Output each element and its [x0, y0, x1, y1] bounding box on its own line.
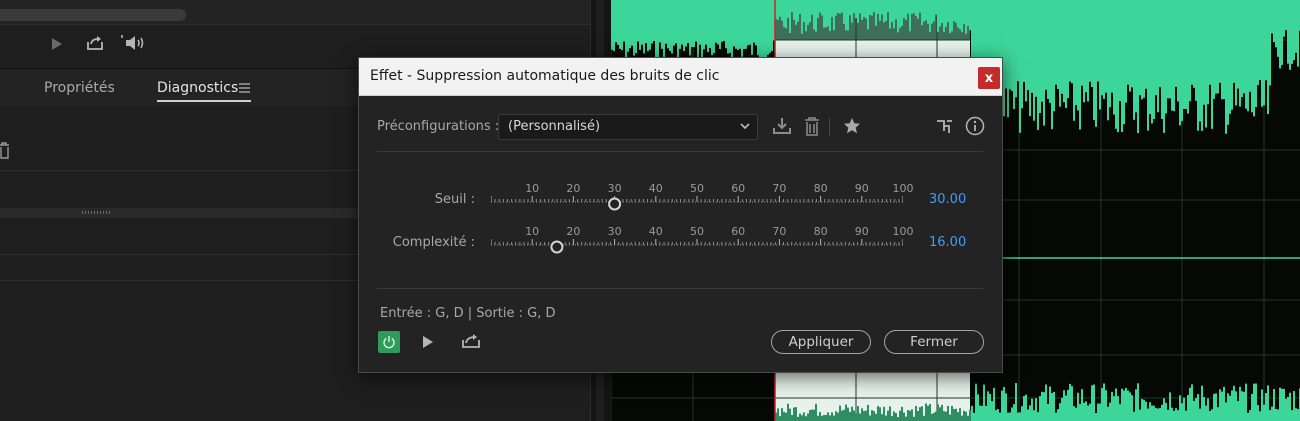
presets-label: Préconfigurations :	[377, 119, 500, 134]
panel-menu-icon[interactable]	[239, 82, 250, 93]
slider-track	[491, 196, 903, 211]
dialog-divider	[377, 288, 983, 289]
threshold-label: Seuil :	[434, 192, 475, 207]
preview-play-icon[interactable]	[419, 333, 437, 351]
speaker-icon[interactable]	[120, 33, 148, 53]
trash-icon[interactable]	[0, 141, 10, 161]
tab-proprietes[interactable]: Propriétés	[44, 80, 115, 96]
presets-selected-value: (Personnalisé)	[508, 119, 601, 134]
slider-track	[491, 239, 903, 254]
power-toggle[interactable]	[378, 331, 400, 353]
slider-thumb[interactable]	[608, 197, 622, 211]
export-icon[interactable]	[460, 331, 482, 351]
effect-dialog: Effet - Suppression automatique des brui…	[358, 57, 1003, 373]
threshold-slider[interactable]: 10 20 30 40 50 60 70 80 90 100	[491, 182, 914, 214]
close-dialog-button[interactable]: Fermer	[884, 330, 984, 354]
threshold-value[interactable]: 30.00	[929, 192, 966, 207]
dialog-divider	[377, 151, 983, 152]
play-icon[interactable]	[48, 35, 66, 53]
io-routing-text: Entrée : G, D | Sortie : G, D	[380, 306, 556, 321]
complexity-value[interactable]: 16.00	[929, 235, 966, 250]
toolbar-separator	[829, 118, 830, 136]
complexity-slider[interactable]: 10 20 30 40 50 60 70 80 90 100	[491, 225, 914, 257]
info-icon[interactable]	[964, 115, 986, 137]
panel-resize-bar[interactable]	[0, 208, 360, 218]
dialog-title-bar[interactable]: Effet - Suppression automatique des brui…	[359, 58, 1002, 96]
presets-dropdown[interactable]: (Personnalisé)	[498, 114, 758, 140]
dialog-title: Effet - Suppression automatique des brui…	[370, 68, 720, 84]
export-icon[interactable]	[85, 33, 105, 53]
top-strip	[0, 0, 590, 25]
resize-grip[interactable]	[82, 211, 112, 214]
slider-thumb[interactable]	[550, 240, 564, 254]
chevron-down-icon	[739, 120, 751, 132]
close-button[interactable]: x	[978, 67, 1000, 89]
routing-icon[interactable]	[935, 116, 955, 136]
tab-diagnostics[interactable]: Diagnostics	[157, 80, 238, 96]
download-preset-icon[interactable]	[771, 115, 793, 137]
active-tab-indicator	[157, 100, 251, 102]
power-icon	[383, 336, 395, 349]
apply-button[interactable]: Appliquer	[771, 330, 871, 354]
delete-preset-icon[interactable]	[801, 115, 823, 137]
horizontal-scrollbar[interactable]	[0, 9, 186, 21]
complexity-label: Complexité :	[392, 235, 475, 250]
favorite-star-icon[interactable]	[841, 115, 863, 137]
